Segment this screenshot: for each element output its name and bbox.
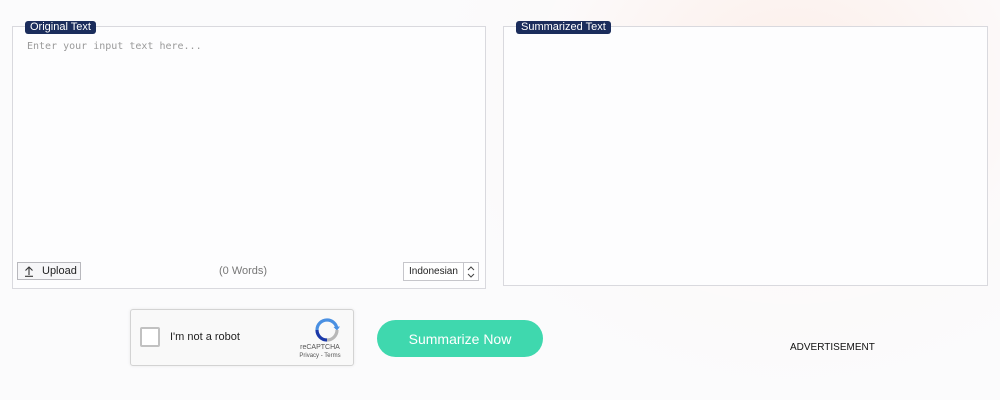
select-arrows-icon	[463, 263, 478, 280]
original-text-panel: Original Text Upload (0 Words) Indonesia…	[12, 21, 486, 289]
recaptcha-label: I'm not a robot	[170, 331, 240, 343]
original-text-tag: Original Text	[25, 21, 96, 34]
language-select[interactable]: Indonesian	[403, 262, 479, 281]
summarized-text-panel: Summarized Text	[503, 21, 988, 286]
recaptcha-widget: I'm not a robot reCAPTCHA Privacy - Term…	[130, 309, 354, 366]
word-count: (0 Words)	[219, 265, 268, 277]
recaptcha-privacy-link[interactable]: Privacy	[299, 353, 319, 359]
summarize-button[interactable]: Summarize Now	[377, 320, 543, 357]
upload-button[interactable]: Upload	[17, 262, 81, 280]
recaptcha-terms-link[interactable]: Terms	[324, 353, 340, 359]
upload-label: Upload	[42, 265, 77, 277]
input-textarea[interactable]	[19, 39, 479, 250]
recaptcha-checkbox[interactable]	[140, 327, 160, 347]
advertisement-label: ADVERTISEMENT	[790, 342, 875, 353]
upload-icon	[24, 265, 34, 277]
recaptcha-brand: reCAPTCHA	[300, 344, 340, 351]
recaptcha-links: Privacy - Terms	[295, 353, 345, 359]
summarized-text-tag: Summarized Text	[516, 21, 611, 34]
language-select-value: Indonesian	[409, 266, 458, 277]
